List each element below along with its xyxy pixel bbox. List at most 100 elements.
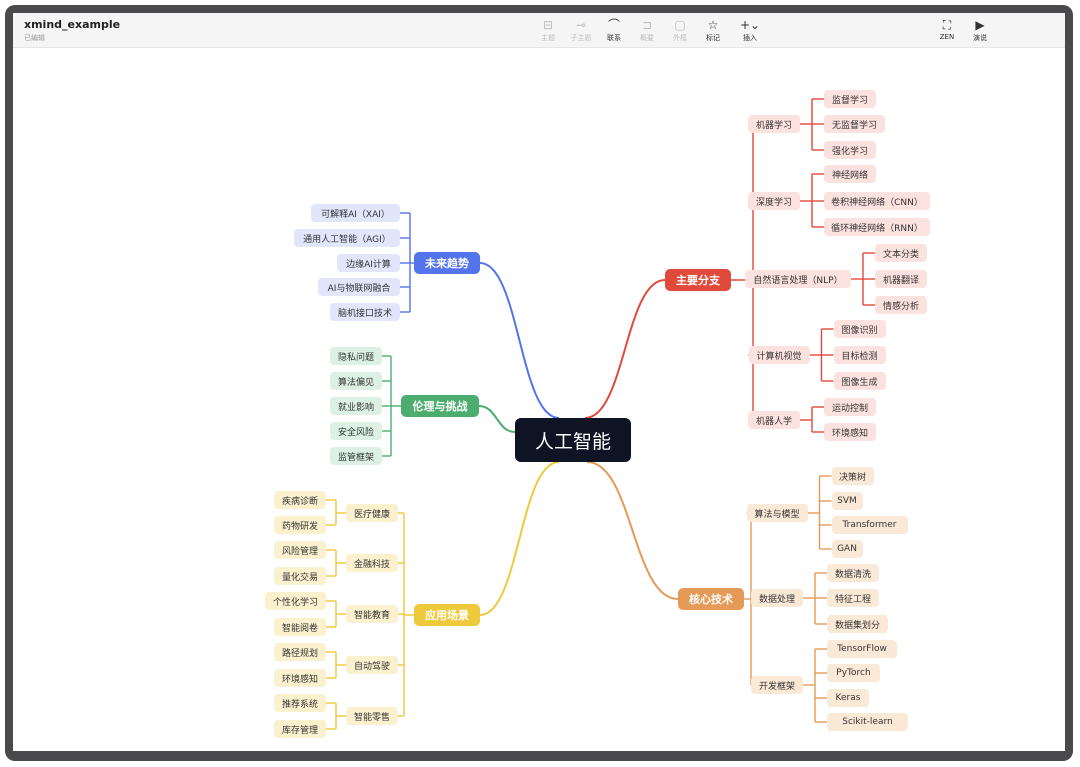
subtopic-医疗健康[interactable]: 医疗健康: [346, 504, 398, 522]
boundary-icon: ▢: [674, 18, 686, 32]
summary-button[interactable]: ⊐ 概要: [630, 17, 664, 43]
leaf-运动控制[interactable]: 运动控制: [824, 398, 876, 416]
document-status: 已编辑: [24, 34, 45, 42]
subtopic-自然语言处理NLP[interactable]: 自然语言处理（NLP）: [745, 270, 851, 288]
summary-icon: ⊐: [641, 18, 653, 32]
topic-label: 主题: [541, 34, 555, 42]
main-topic-future[interactable]: 未来趋势: [414, 252, 480, 274]
leaf-监管框架[interactable]: 监管框架: [330, 447, 382, 465]
leaf-就业影响[interactable]: 就业影响: [330, 397, 382, 415]
leaf-情感分析[interactable]: 情感分析: [875, 296, 927, 314]
main-topic-ethics[interactable]: 伦理与挑战: [401, 395, 479, 417]
subtopic-自动驾驶[interactable]: 自动驾驶: [346, 656, 398, 674]
connector-line: [584, 279, 666, 419]
subtopic-金融科技[interactable]: 金融科技: [346, 554, 398, 572]
leaf-图像生成[interactable]: 图像生成: [833, 372, 886, 390]
leaf-TensorFlow[interactable]: TensorFlow: [827, 640, 897, 658]
boundary-label: 外框: [673, 34, 687, 42]
toolbar: xmind_example 已编辑 ⊟ 主题 ⊸ 子主题 ⌒ 联系 ⊐ 概要 ▢ 外框 ☆…: [13, 13, 1065, 48]
leaf-特征工程[interactable]: 特征工程: [827, 589, 879, 607]
leaf-边缘AI计算[interactable]: 边缘AI计算: [337, 254, 400, 272]
summary-label: 概要: [640, 34, 654, 42]
leaf-环境感知[interactable]: 环境感知: [824, 423, 876, 441]
leaf-决策树[interactable]: 决策树: [831, 467, 874, 485]
subtopic-计算机视觉[interactable]: 计算机视觉: [748, 346, 810, 364]
plus-icon: +⌄: [739, 18, 761, 32]
connector-line: [479, 461, 560, 616]
leaf-量化交易[interactable]: 量化交易: [274, 567, 326, 585]
main-topic-branches[interactable]: 主要分支: [665, 269, 731, 291]
document-title[interactable]: xmind_example: [24, 18, 120, 31]
main-topic-core-tech[interactable]: 核心技术: [678, 588, 744, 610]
leaf-智能阅卷[interactable]: 智能阅卷: [274, 618, 326, 636]
fullscreen-icon: ⛶: [942, 18, 952, 32]
subtopic-button[interactable]: ⊸ 子主题: [564, 17, 598, 43]
leaf-文本分类[interactable]: 文本分类: [875, 244, 927, 262]
leaf-Transformer[interactable]: Transformer: [831, 516, 908, 534]
subtopic-开发框架[interactable]: 开发框架: [751, 676, 803, 694]
mindmap-canvas[interactable]: 人工智能 主要分支 机器学习深度学习自然语言处理（NLP） 计算机视觉机器人学 监督学习…: [13, 48, 1065, 751]
zen-label: ZEN: [939, 33, 955, 41]
leaf-库存管理[interactable]: 库存管理: [274, 720, 326, 738]
subtopic-机器人学[interactable]: 机器人学: [748, 411, 800, 429]
leaf-推荐系统[interactable]: 推荐系统: [274, 694, 326, 712]
leaf-GAN[interactable]: GAN: [831, 540, 863, 558]
marker-label: 标记: [706, 34, 720, 42]
leaf-风险管理[interactable]: 风险管理: [274, 541, 326, 559]
leaf-环境感知[interactable]: 环境感知: [274, 669, 326, 687]
leaf-个性化学习[interactable]: 个性化学习: [265, 592, 326, 610]
leaf-循环神经网络RNN[interactable]: 循环神经网络（RNN）: [824, 218, 930, 236]
leaf-路径规划[interactable]: 路径规划: [274, 643, 326, 661]
leaf-SVM[interactable]: SVM: [831, 492, 863, 510]
subtopic-icon: ⊸: [575, 18, 587, 32]
leaf-强化学习[interactable]: 强化学习: [824, 141, 876, 159]
leaf-图像识别[interactable]: 图像识别: [833, 320, 886, 338]
subtopic-机器学习[interactable]: 机器学习: [748, 115, 800, 133]
leaf-AI与物联网融合[interactable]: AI与物联网融合: [318, 278, 400, 296]
subtopic-算法与模型[interactable]: 算法与模型: [746, 504, 808, 522]
topic-icon: ⊟: [542, 18, 554, 32]
play-icon: ▶: [975, 18, 985, 32]
star-icon: ☆: [707, 18, 719, 32]
leaf-隐私问题[interactable]: 隐私问题: [330, 347, 382, 365]
subtopic-智能教育[interactable]: 智能教育: [346, 605, 398, 623]
leaf-安全风险[interactable]: 安全风险: [330, 422, 382, 440]
leaf-脑机接口技术[interactable]: 脑机接口技术: [330, 303, 400, 321]
subtopic-智能零售[interactable]: 智能零售: [346, 707, 398, 725]
present-label: 演说: [973, 34, 987, 42]
root-topic[interactable]: 人工智能: [515, 418, 631, 462]
main-topic-apps[interactable]: 应用场景: [414, 604, 480, 626]
connector-lines: [326, 98, 875, 730]
marker-button[interactable]: ☆ 标记: [696, 17, 730, 43]
zen-button[interactable]: ⛶ ZEN: [930, 17, 964, 41]
subtopic-数据处理[interactable]: 数据处理: [751, 589, 803, 607]
insert-label: 插入: [743, 34, 757, 42]
leaf-PyTorch[interactable]: PyTorch: [827, 664, 880, 682]
present-button[interactable]: ▶ 演说: [963, 17, 997, 43]
relation-label: 联系: [607, 34, 621, 42]
subtopic-深度学习[interactable]: 深度学习: [748, 192, 800, 210]
leaf-药物研发[interactable]: 药物研发: [274, 516, 326, 534]
boundary-button[interactable]: ▢ 外框: [663, 17, 697, 43]
leaf-目标检测[interactable]: 目标检测: [833, 346, 886, 364]
leaf-疾病诊断[interactable]: 疾病诊断: [274, 491, 326, 509]
connector-line: [586, 461, 679, 600]
leaf-Keras[interactable]: Keras: [827, 689, 869, 707]
insert-button[interactable]: +⌄ 插入: [731, 17, 769, 43]
leaf-通用人工智能AGI[interactable]: 通用人工智能（AGI）: [294, 229, 400, 247]
app-window: xmind_example 已编辑 ⊟ 主题 ⊸ 子主题 ⌒ 联系 ⊐ 概要 ▢ 外框 ☆…: [13, 13, 1065, 751]
leaf-Scikit-learn[interactable]: Scikit-learn: [827, 713, 908, 731]
leaf-监督学习[interactable]: 监督学习: [824, 90, 876, 108]
leaf-可解释AIXAI[interactable]: 可解释AI（XAI）: [311, 204, 400, 222]
leaf-数据集划分[interactable]: 数据集划分: [827, 615, 888, 633]
leaf-算法偏见[interactable]: 算法偏见: [330, 372, 382, 390]
leaf-神经网络[interactable]: 神经网络: [824, 165, 876, 183]
topic-button[interactable]: ⊟ 主题: [531, 17, 565, 43]
leaf-数据清洗[interactable]: 数据清洗: [827, 564, 879, 582]
leaf-无监督学习[interactable]: 无监督学习: [824, 115, 885, 133]
leaf-卷积神经网络CNN[interactable]: 卷积神经网络（CNN）: [824, 192, 930, 210]
subtopic-label: 子主题: [570, 34, 592, 42]
connector-line: [478, 405, 516, 433]
relation-button[interactable]: ⌒ 联系: [597, 17, 631, 43]
leaf-机器翻译[interactable]: 机器翻译: [875, 270, 927, 288]
